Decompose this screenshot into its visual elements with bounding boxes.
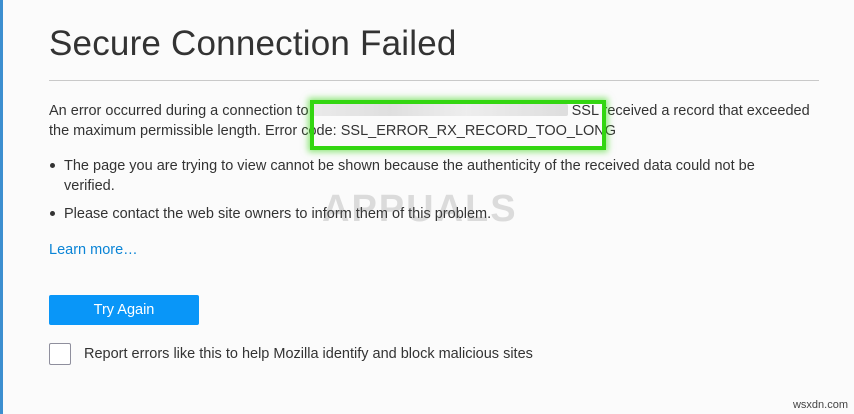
redacted-hostname xyxy=(312,104,568,116)
bullet-text: The page you are trying to view cannot b… xyxy=(64,158,755,194)
learn-more-link[interactable]: Learn more… xyxy=(49,240,138,260)
try-again-button[interactable]: Try Again xyxy=(49,295,199,325)
bullet-icon xyxy=(50,211,55,216)
error-page: Secure Connection Failed An error occurr… xyxy=(0,0,854,414)
report-errors-row: Report errors like this to help Mozilla … xyxy=(49,341,533,367)
report-errors-checkbox[interactable] xyxy=(49,343,71,365)
error-line-1-prefix: An error occurred during a connection to xyxy=(49,103,309,119)
error-line-1-suffix: SSL received a record that exceeded xyxy=(571,103,810,119)
error-line-1: An error occurred during a connection to… xyxy=(49,101,829,121)
left-edge-rule xyxy=(0,0,3,414)
error-description: An error occurred during a connection to… xyxy=(49,101,829,141)
site-credit: wsxdn.com xyxy=(792,399,848,411)
list-item: The page you are trying to view cannot b… xyxy=(49,156,809,196)
bullet-list: The page you are trying to view cannot b… xyxy=(49,156,809,232)
title-divider xyxy=(49,80,819,81)
page-title: Secure Connection Failed xyxy=(49,24,457,63)
list-item: Please contact the web site owners to in… xyxy=(49,204,809,224)
report-errors-label[interactable]: Report errors like this to help Mozilla … xyxy=(84,346,533,362)
bullet-text: Please contact the web site owners to in… xyxy=(64,206,492,222)
bullet-icon xyxy=(50,163,55,168)
error-line-2: the maximum permissible length. Error co… xyxy=(49,123,617,139)
